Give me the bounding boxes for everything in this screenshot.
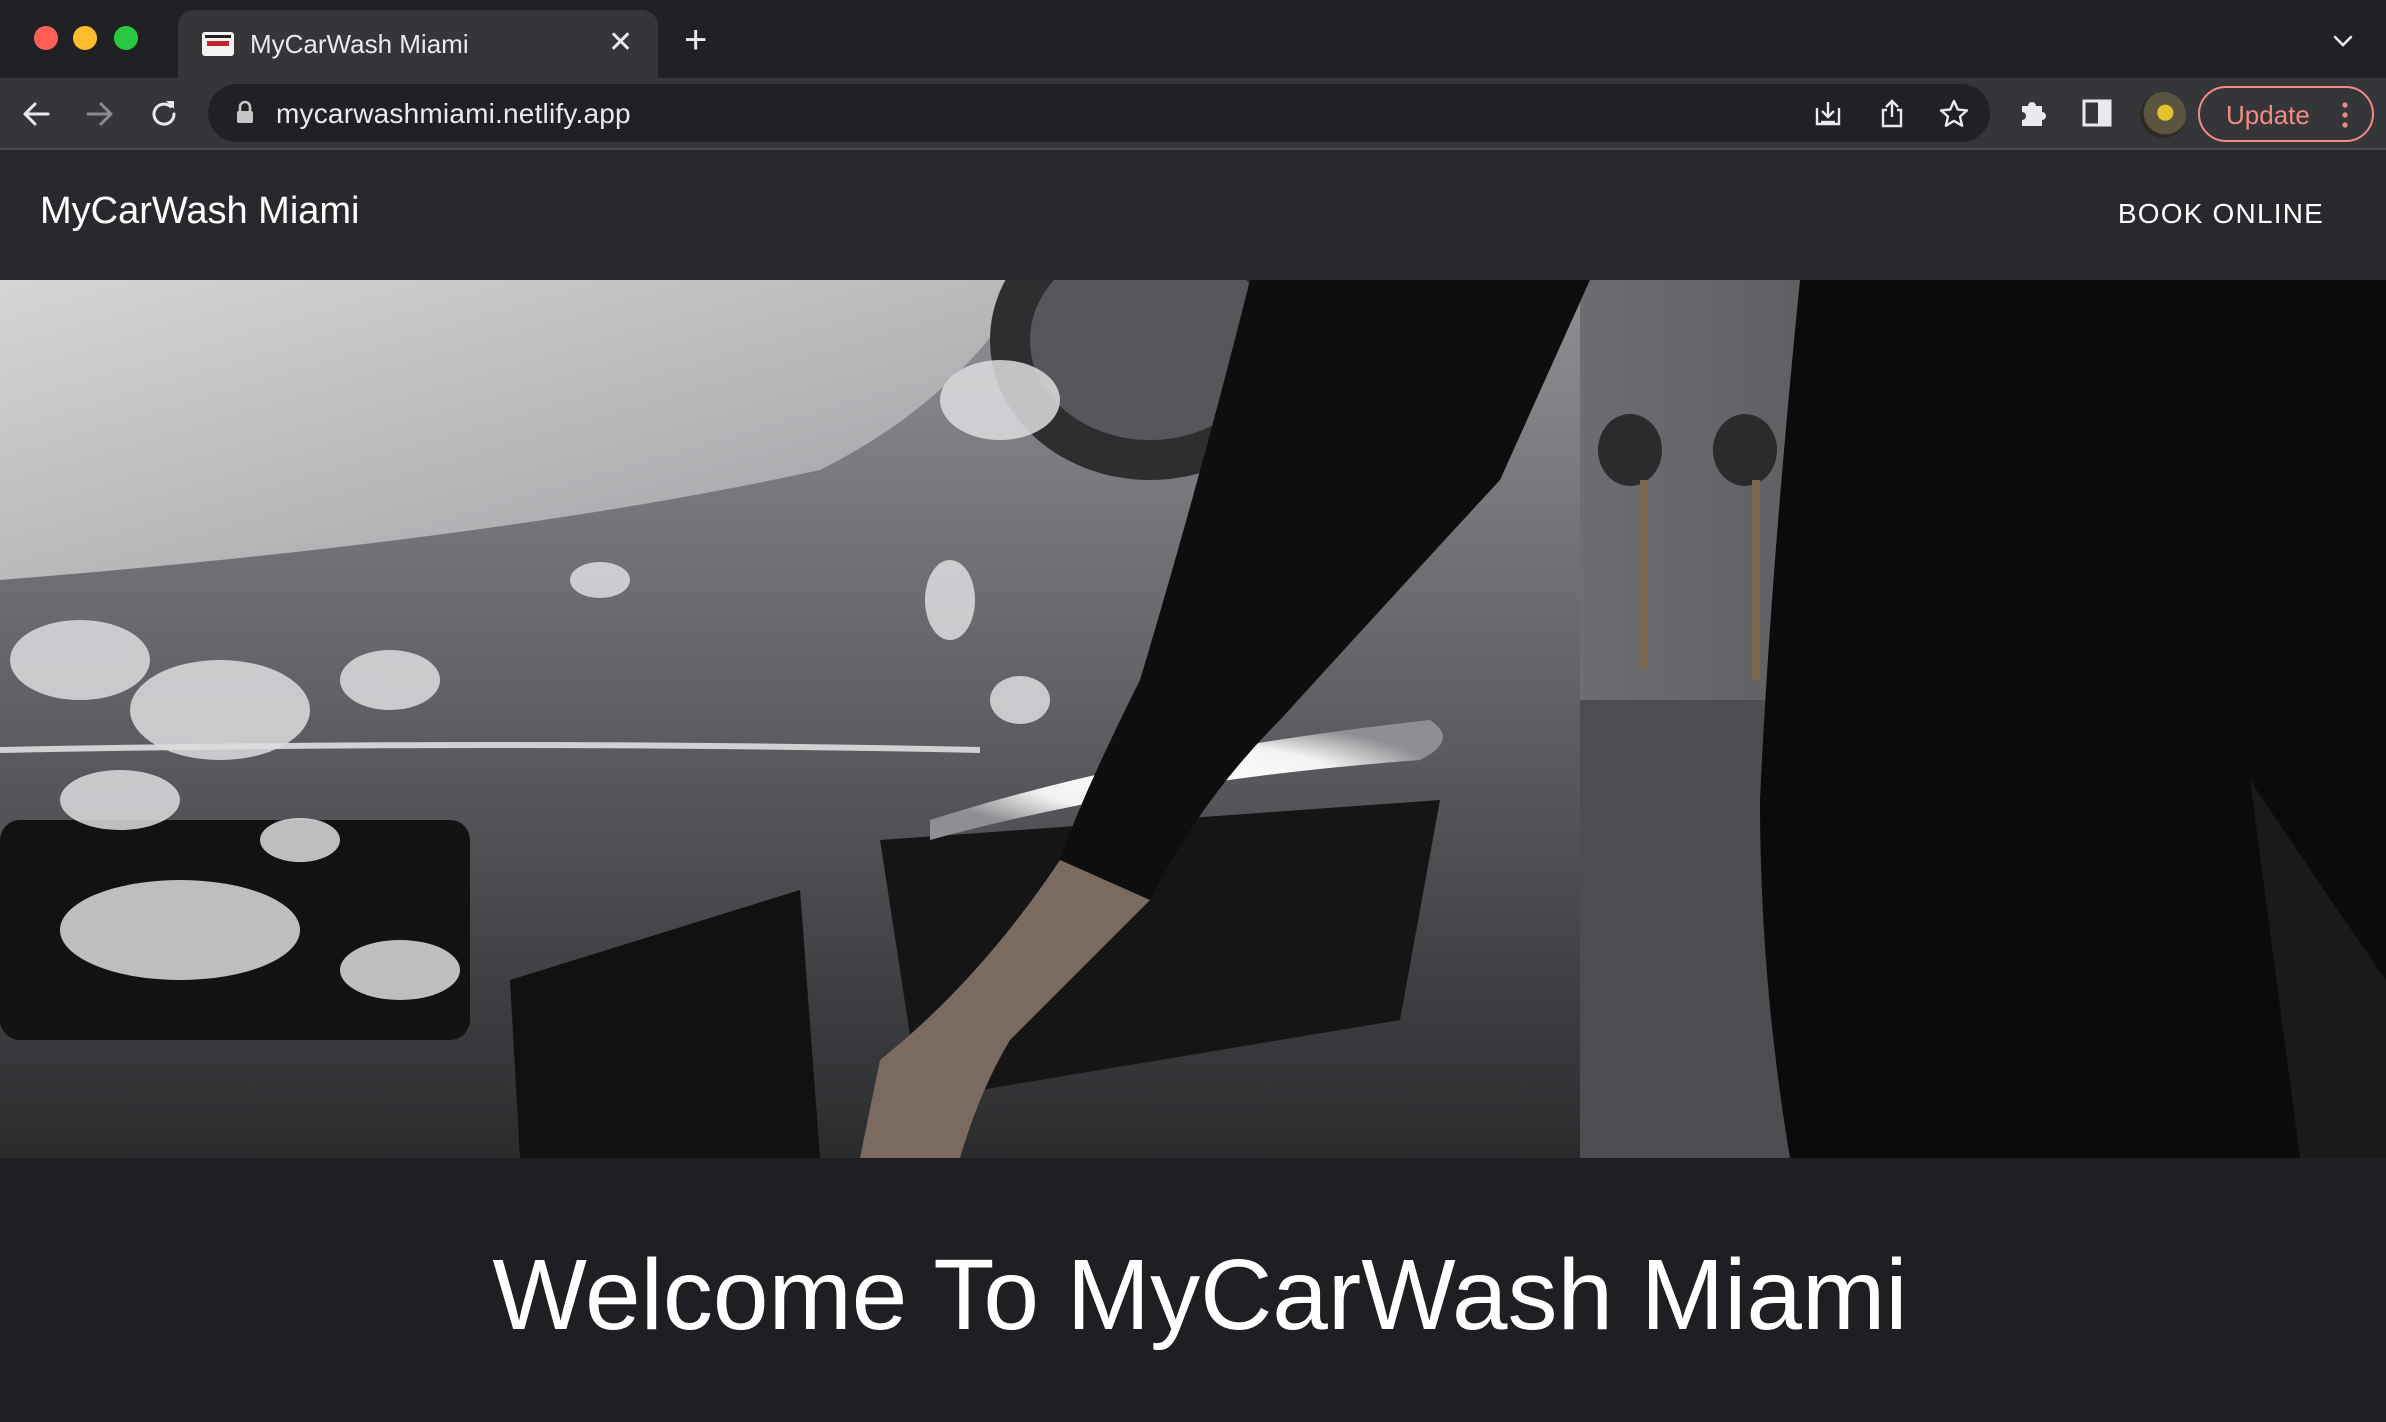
profile-avatar[interactable] bbox=[2140, 92, 2186, 138]
new-tab-button[interactable]: + bbox=[684, 20, 707, 60]
site-favicon-icon bbox=[202, 32, 234, 56]
browser-window-chrome: MyCarWash Miami ✕ + mycarwashmiami.netli… bbox=[0, 0, 2386, 150]
url-text[interactable]: mycarwashmiami.netlify.app bbox=[276, 98, 631, 130]
lock-icon[interactable] bbox=[234, 100, 256, 126]
tab-title: MyCarWash Miami bbox=[250, 29, 469, 59]
reload-icon[interactable] bbox=[146, 96, 182, 132]
close-window-button[interactable] bbox=[34, 26, 58, 50]
car-wash-photo bbox=[0, 280, 2386, 1158]
install-icon[interactable] bbox=[1812, 98, 1844, 130]
address-bar[interactable]: mycarwashmiami.netlify.app bbox=[208, 84, 1990, 142]
hero-image bbox=[0, 280, 2386, 1158]
welcome-heading: Welcome To MyCarWash Miami bbox=[492, 1239, 1908, 1351]
welcome-section: Welcome To MyCarWash Miami bbox=[0, 1158, 2386, 1422]
update-button[interactable]: Update bbox=[2198, 86, 2374, 142]
kebab-menu-icon[interactable] bbox=[2342, 102, 2348, 128]
minimize-window-button[interactable] bbox=[73, 26, 97, 50]
site-header: MyCarWash Miami BOOK ONLINE bbox=[0, 150, 2386, 280]
browser-toolbar: mycarwashmiami.netlify.app Update bbox=[0, 78, 2386, 150]
tab-search-chevron-icon[interactable] bbox=[2330, 28, 2356, 54]
site-brand[interactable]: MyCarWash Miami bbox=[40, 190, 360, 233]
arrow-right-icon[interactable] bbox=[82, 96, 118, 132]
arrow-left-icon[interactable] bbox=[18, 96, 54, 132]
close-tab-icon[interactable]: ✕ bbox=[608, 28, 633, 58]
browser-tab[interactable]: MyCarWash Miami ✕ bbox=[178, 10, 658, 78]
puzzle-icon[interactable] bbox=[2016, 96, 2050, 130]
book-online-link[interactable]: BOOK ONLINE bbox=[2118, 198, 2324, 230]
tab-strip: MyCarWash Miami ✕ + bbox=[0, 0, 2386, 78]
star-icon[interactable] bbox=[1938, 98, 1970, 130]
update-label: Update bbox=[2226, 100, 2310, 130]
side-panel-icon[interactable] bbox=[2080, 96, 2114, 130]
maximize-window-button[interactable] bbox=[114, 26, 138, 50]
share-icon[interactable] bbox=[1876, 98, 1908, 130]
